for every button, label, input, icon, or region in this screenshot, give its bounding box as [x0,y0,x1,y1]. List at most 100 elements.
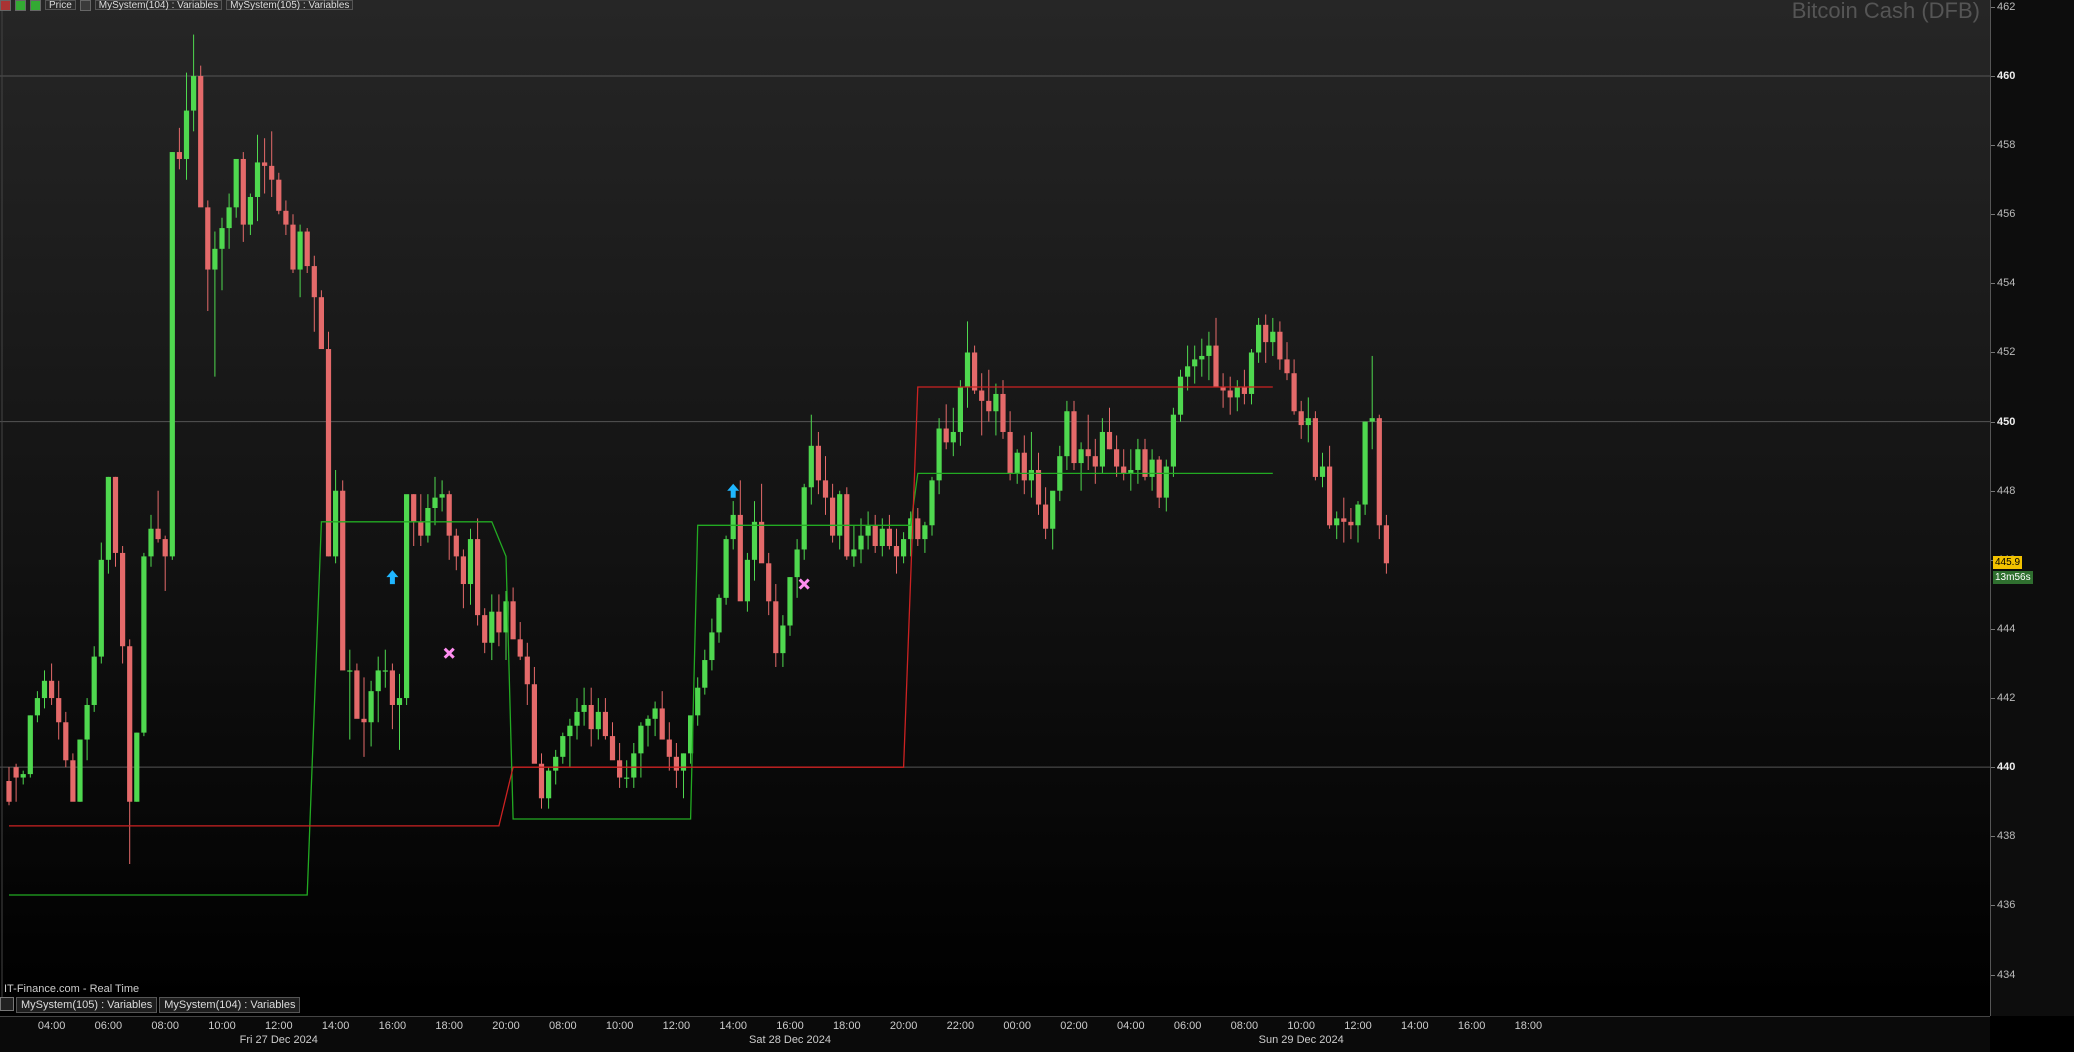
candle-body [986,400,992,412]
candle-body [1106,431,1113,450]
candle-body [1348,521,1354,526]
candle [1341,497,1347,543]
candle [794,539,800,598]
candle-body [233,158,239,208]
candle-timer-badge: 13m56s [1993,571,2033,585]
candle [34,691,40,723]
candle [262,138,268,194]
time-tick-label: 12:00 [1344,1020,1372,1032]
candle [169,152,175,560]
candle [645,715,651,747]
candle-body [1121,466,1127,474]
time-tick-label: 16:00 [776,1020,804,1032]
candle [1227,376,1233,415]
chart-plot-area[interactable] [0,0,1990,1000]
candle [212,231,218,377]
candle-body [1312,418,1318,477]
panel-tab-105[interactable]: MySystem(105) : Variables [16,997,158,1013]
candle [631,742,637,788]
price-tick-mark [1991,352,1995,354]
candle [595,698,601,740]
candle [1156,456,1162,508]
candle-body [84,704,90,740]
panel-restore-icon[interactable] [0,997,14,1011]
indicator-label-105[interactable]: MySystem(105) : Variables [226,0,354,11]
candle [354,663,360,719]
candle [851,525,857,567]
candle [567,718,573,768]
expand-icon[interactable] [15,0,26,11]
price-series-label[interactable]: Price [45,0,76,11]
candle-body [127,646,133,802]
candle-body [1362,421,1368,505]
candle-body [936,428,942,481]
time-axis[interactable]: 04:00 06:00 08:00 10:00 12:00 14:00 16:00 18:00… [0,1016,1990,1052]
candle-body [247,196,253,225]
candle [496,594,502,647]
candle [865,511,871,550]
candle [737,480,743,602]
candle-body [120,552,126,647]
candle [333,469,339,564]
candle [602,698,608,740]
candle-body [1291,373,1297,412]
price-tick-label: 458 [1997,139,2016,152]
candle-body [49,680,55,699]
candle [1234,380,1240,412]
candle-body [510,601,516,640]
candle [482,608,488,654]
candle-body [347,670,353,672]
candle-body [311,266,317,298]
candle [524,642,530,705]
candle [1376,414,1382,540]
time-tick-label: 10:00 [1287,1020,1315,1032]
candle [1071,400,1077,470]
last-price-badge: 445.9 [1993,556,2023,570]
candle [1050,490,1056,550]
candle [872,514,878,553]
candle [822,456,829,515]
candle-body [368,691,374,723]
exit-signal-mark [798,578,810,590]
candle [652,701,658,737]
candle-body [453,535,459,557]
indicator-label-104[interactable]: MySystem(104) : Variables [94,0,223,11]
candle [581,687,587,726]
candle [297,224,303,298]
candle-body [41,680,48,699]
candle [1319,452,1326,488]
time-tick-label: 00:00 [1003,1020,1031,1032]
candle [815,431,821,495]
price-axis[interactable]: 4624604584564544524504484464444424404384… [1990,0,2074,1016]
candle [233,158,239,218]
candle [1327,445,1333,529]
candle [105,476,111,574]
candle-body [964,352,971,388]
candle [290,214,296,274]
candle [304,228,310,274]
price-tick-mark [1991,974,1995,976]
candle [1085,414,1091,470]
candle-body [1263,324,1269,343]
close-icon[interactable] [0,0,11,11]
candle [84,698,90,761]
candle-body [482,615,488,643]
candle-body [1185,366,1191,377]
candle-body [467,539,474,585]
candle-body [1014,452,1020,474]
candle [70,753,76,802]
candle-body [872,525,878,547]
candle-body [460,556,466,585]
candle [1028,431,1034,498]
candle-body [304,231,310,267]
candle-body [702,660,708,688]
candle-body [553,756,559,771]
date-label: Fri 27 Dec 2024 [239,1034,318,1046]
panel-tab-104[interactable]: MySystem(104) : Variables [159,997,301,1013]
settings-icon[interactable] [79,0,91,11]
candle [617,742,623,788]
candle-body [837,494,843,536]
candle [744,552,750,612]
candle [837,490,843,550]
candle [20,770,26,785]
